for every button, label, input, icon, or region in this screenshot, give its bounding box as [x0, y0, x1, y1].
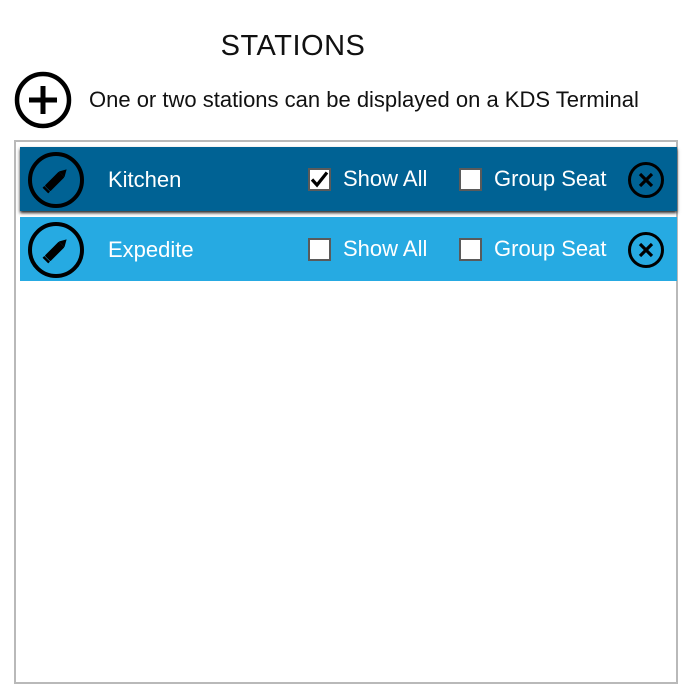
edit-station-button[interactable]: [27, 151, 85, 209]
show-all-label: Show All: [343, 166, 428, 191]
show-all-checkbox[interactable]: Show All: [308, 236, 427, 262]
station-name: Expedite: [108, 237, 194, 262]
x-circle-icon: [628, 232, 664, 268]
group-seat-checkbox[interactable]: Group Seat: [459, 236, 607, 262]
plus-circle-icon: [14, 71, 72, 129]
add-station-row: One or two stations can be displayed on …: [14, 71, 639, 129]
remove-station-button[interactable]: [627, 231, 665, 269]
pencil-icon: [28, 222, 84, 278]
show-all-checkbox-box[interactable]: [308, 167, 331, 191]
add-station-button[interactable]: [14, 71, 72, 129]
show-all-label: Show All: [343, 236, 428, 261]
edit-station-button[interactable]: [27, 221, 85, 279]
group-seat-checkbox-box[interactable]: [459, 167, 482, 191]
pencil-icon: [28, 152, 84, 208]
station-list: Kitchen Show All Group Seat Expedite Sho…: [14, 140, 678, 684]
station-name: Kitchen: [108, 167, 182, 192]
show-all-checkbox-box[interactable]: [308, 237, 331, 261]
group-seat-label: Group Seat: [494, 166, 607, 191]
remove-station-button[interactable]: [627, 161, 665, 199]
group-seat-checkbox[interactable]: Group Seat: [459, 166, 607, 192]
checkmark-icon: [310, 171, 329, 187]
group-seat-checkbox-box[interactable]: [459, 237, 482, 261]
x-circle-icon: [628, 162, 664, 198]
show-all-checkbox[interactable]: Show All: [308, 166, 427, 192]
page-title: STATIONS: [220, 30, 366, 62]
stations-description: One or two stations can be displayed on …: [89, 87, 639, 112]
station-row-kitchen[interactable]: Kitchen Show All Group Seat: [20, 147, 677, 211]
station-row-expedite[interactable]: Expedite Show All Group Seat: [20, 217, 677, 281]
group-seat-label: Group Seat: [494, 236, 607, 261]
